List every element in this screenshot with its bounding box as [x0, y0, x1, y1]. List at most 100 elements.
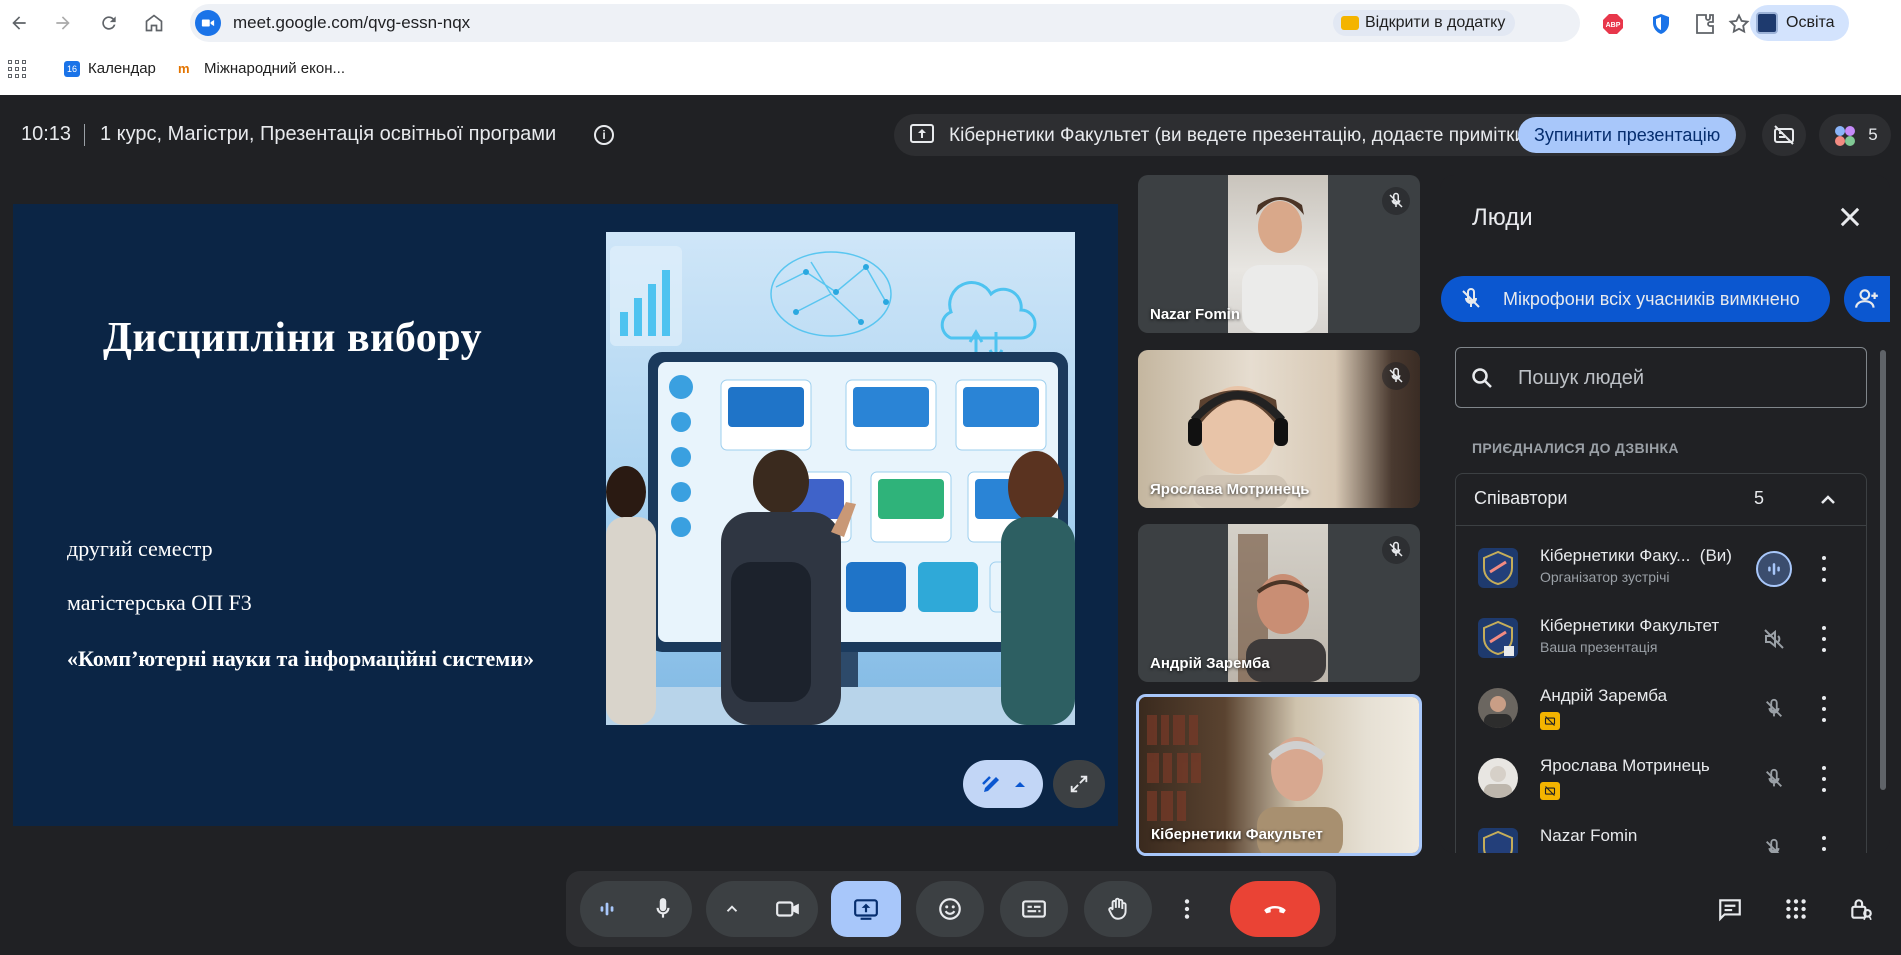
person-row[interactable]: Ярослава Мотринець	[1456, 744, 1866, 814]
meeting-title: 1 курс, Магістри, Презентація освітньої …	[100, 123, 557, 145]
stop-presenting-button[interactable]: Зупинити презентацію	[1518, 117, 1737, 153]
people-scrollbar[interactable]	[1880, 350, 1886, 790]
header-divider	[84, 124, 85, 146]
participant-tile[interactable]: Андрій Заремба	[1138, 524, 1420, 682]
chat-button[interactable]	[1712, 891, 1748, 927]
abp-icon[interactable]: ABP	[1600, 11, 1626, 37]
open-in-app-label: Відкрити в додатку	[1365, 14, 1506, 31]
contributors-group-header[interactable]: Співавтори 5	[1456, 474, 1866, 526]
chevron-up-icon[interactable]	[1816, 488, 1840, 512]
close-icon[interactable]	[1836, 203, 1864, 231]
participant-name: Ярослава Мотринець	[1150, 481, 1310, 498]
present-screen-button[interactable]	[831, 881, 901, 937]
participants-button[interactable]: 5	[1819, 114, 1891, 156]
volume-off-icon	[1764, 629, 1784, 649]
search-people-input[interactable]	[1518, 362, 1848, 394]
more-options-icon[interactable]	[1818, 836, 1830, 853]
reload-button[interactable]	[94, 8, 124, 38]
mute-all-label: Мікрофони всіх учасників вимкнено	[1503, 288, 1800, 309]
bookmark-label: Календар	[88, 60, 156, 77]
more-options-icon[interactable]	[1818, 626, 1830, 652]
no-video-icon	[1544, 786, 1556, 796]
captions-off-button[interactable]	[1762, 114, 1806, 156]
raise-hand-button[interactable]	[1084, 881, 1152, 937]
mute-all-button[interactable]: Мікрофони всіх учасників вимкнено	[1441, 276, 1830, 322]
address-bar[interactable]: meet.google.com/qvg-essn-nqx Відкрити в …	[190, 4, 1750, 42]
slide-title: Дисципліни вибору	[103, 315, 483, 361]
person-role: Ваша презентація	[1540, 639, 1658, 655]
mic-control[interactable]	[580, 881, 692, 937]
profile-button[interactable]: Освіта	[1750, 5, 1849, 41]
muted-indicator	[1756, 761, 1792, 797]
profile-label: Освіта	[1786, 14, 1835, 31]
faculty-logo-avatar	[1478, 548, 1518, 588]
mic-off-icon	[1766, 838, 1780, 853]
shield-icon[interactable]	[1648, 11, 1674, 37]
person-row[interactable]: Nazar Fomin	[1456, 814, 1866, 853]
people-search[interactable]	[1455, 347, 1867, 408]
participant-tile-active[interactable]: Кібернетики Факультет	[1136, 694, 1422, 856]
people-panel-title: Люди	[1472, 204, 1533, 231]
fullscreen-button[interactable]	[1053, 760, 1105, 808]
slide-line: магістерська ОП F3	[67, 590, 252, 615]
presenting-bar: Кібернетики Факультет (ви ведете презент…	[894, 114, 1746, 156]
home-icon	[145, 14, 163, 32]
slide-line: «Комп’ютерні науки та інформаційні систе…	[67, 646, 534, 671]
reload-icon	[102, 16, 116, 30]
home-button[interactable]	[139, 8, 169, 38]
participant-video	[1228, 175, 1328, 333]
camera-control[interactable]	[706, 881, 818, 937]
back-button[interactable]	[4, 8, 34, 38]
muted-indicator	[1756, 621, 1792, 657]
bookmarks-bar: 16 Календар m Міжнародний екон...	[0, 46, 1901, 92]
participant-tile[interactable]: Nazar Fomin	[1138, 175, 1420, 333]
more-options-icon[interactable]	[1818, 556, 1830, 582]
apps-grid-icon[interactable]	[8, 60, 26, 78]
bookmark-economy[interactable]: m Міжнародний екон...	[178, 60, 345, 77]
apps-grid-icon	[1786, 899, 1806, 919]
chevron-up-icon[interactable]	[723, 900, 741, 918]
muted-indicator	[1756, 831, 1792, 853]
person-row[interactable]: Кібернетики Факу... (Ви) Організатор зус…	[1456, 534, 1866, 604]
mic-off-icon	[1389, 541, 1403, 557]
slide-illustration	[606, 232, 1075, 725]
expand-icon	[1070, 775, 1088, 793]
more-options-icon[interactable]	[1818, 696, 1830, 722]
mic-off-icon	[1766, 768, 1782, 787]
forward-button[interactable]	[48, 8, 78, 38]
captions-button[interactable]	[1000, 881, 1068, 937]
more-options-icon[interactable]	[1818, 766, 1830, 792]
person-avatar	[1478, 758, 1518, 798]
meet-site-icon[interactable]	[195, 10, 221, 36]
mic-off-icon	[1766, 698, 1782, 717]
calendar-icon: 16	[64, 60, 80, 77]
info-icon[interactable]: i	[594, 125, 614, 145]
add-people-button[interactable]	[1844, 276, 1890, 322]
bookmark-calendar[interactable]: 16 Календар	[64, 60, 156, 77]
person-row[interactable]: Андрій Заремба	[1456, 674, 1866, 744]
url-text[interactable]: meet.google.com/qvg-essn-nqx	[233, 13, 470, 33]
leave-call-button[interactable]	[1230, 881, 1320, 937]
closed-captions-icon	[1022, 900, 1046, 918]
hang-up-icon	[1264, 906, 1286, 914]
presentation-slide: Дисципліни вибору другий семестр магісте…	[13, 204, 1118, 826]
puzzle-icon[interactable]	[1692, 11, 1718, 37]
host-controls-button[interactable]	[1843, 891, 1879, 927]
activities-button[interactable]	[1778, 891, 1814, 927]
more-options-button[interactable]	[1170, 881, 1204, 937]
pen-annotate-icon	[982, 776, 999, 792]
participant-tile[interactable]: Ярослава Мотринець	[1138, 350, 1420, 508]
mic-icon[interactable]	[650, 896, 676, 922]
video-camera-icon[interactable]	[775, 896, 801, 922]
person-add-icon	[1855, 289, 1878, 308]
present-screen-icon	[910, 124, 934, 143]
raise-hand-icon	[1108, 897, 1127, 920]
lock-person-icon	[1851, 899, 1872, 920]
presenting-label: Кібернетики Факультет (ви ведете презент…	[949, 125, 1532, 146]
person-row[interactable]: Кібернетики Факультет Ваша презентація	[1456, 604, 1866, 674]
reactions-button[interactable]	[916, 881, 984, 937]
annotation-tool-button[interactable]	[963, 760, 1043, 808]
audio-level-icon	[1768, 563, 1780, 575]
open-in-app-button[interactable]: Відкрити в додатку	[1333, 10, 1516, 36]
bookmark-star-icon[interactable]	[1727, 12, 1751, 36]
